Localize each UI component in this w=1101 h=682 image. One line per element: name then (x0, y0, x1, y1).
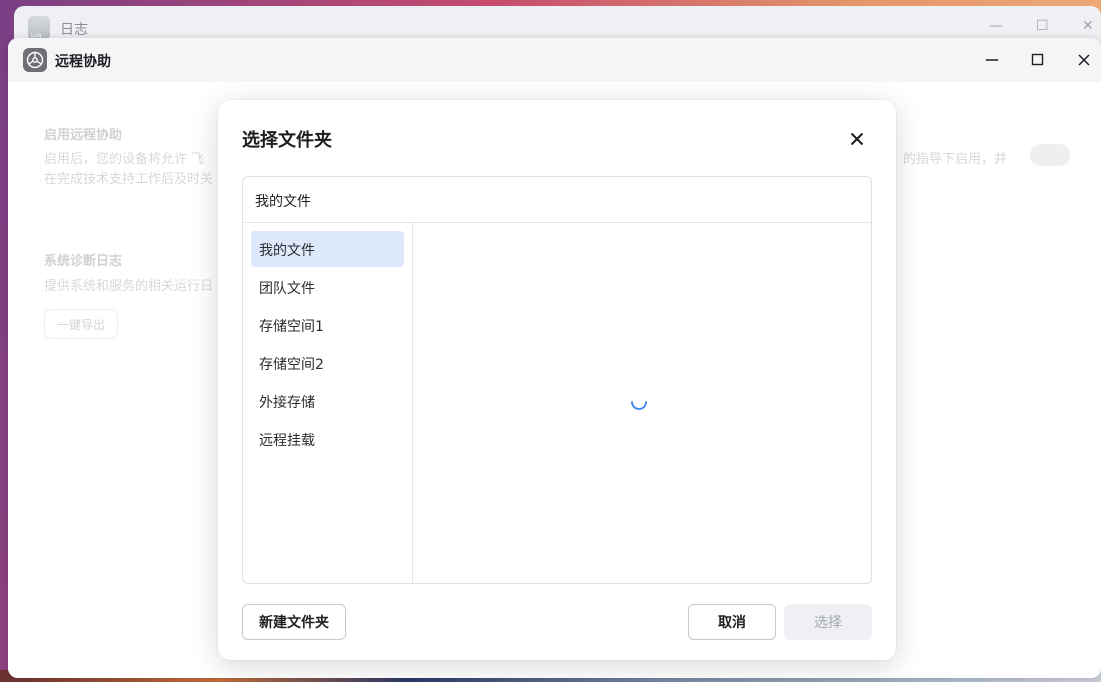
window-title: 远程协助 (55, 54, 111, 70)
sidebar-item-storage-2[interactable]: 存储空间2 (251, 345, 404, 381)
remote-assist-heading: 启用远程协助 (44, 128, 123, 143)
log-window-title: 日志 (60, 22, 88, 38)
titlebar: 远程协助 (8, 38, 1101, 82)
maximize-icon[interactable] (1028, 50, 1048, 70)
sidebar-item-remote-mount[interactable]: 远程挂载 (251, 421, 404, 457)
new-folder-button[interactable]: 新建文件夹 (242, 604, 346, 640)
remote-assist-description-2: 在完成技术支持工作后及时关 (44, 172, 214, 187)
select-folder-dialog: 选择文件夹 我的文件 我的文件 团队文件 存储空间1 存储空间2 外接存储 远程… (218, 100, 896, 660)
log-minimize-icon[interactable]: — (989, 19, 1003, 33)
remote-assist-description: 启用后，您的设备将允许 飞 (44, 152, 205, 167)
close-icon[interactable] (1074, 50, 1094, 70)
log-maximize-icon[interactable]: ☐ (1036, 19, 1049, 33)
sidebar-item-my-files[interactable]: 我的文件 (251, 231, 404, 267)
dialog-close-icon[interactable] (846, 128, 868, 150)
minimize-icon[interactable] (982, 50, 1002, 70)
diagnostic-log-heading: 系统诊断日志 (44, 254, 123, 269)
log-close-icon[interactable]: ✕ (1082, 19, 1094, 33)
export-button[interactable]: 一键导出 (44, 309, 118, 339)
loading-spinner-icon (631, 401, 647, 410)
select-button[interactable]: 选择 (784, 604, 872, 640)
location-sidebar: 我的文件 团队文件 存储空间1 存储空间2 外接存储 远程挂载 (243, 223, 413, 583)
log-app-icon: Log (28, 16, 50, 40)
folder-browser: 我的文件 我的文件 团队文件 存储空间1 存储空间2 外接存储 远程挂载 (242, 176, 872, 584)
sidebar-item-team-files[interactable]: 团队文件 (251, 269, 404, 305)
path-breadcrumb: 我的文件 (243, 177, 871, 223)
diagnostic-log-description: 提供系统和服务的相关运行日 (44, 279, 214, 294)
cancel-button[interactable]: 取消 (688, 604, 776, 640)
sidebar-item-external-storage[interactable]: 外接存储 (251, 383, 404, 419)
remote-assist-description-right: 的指导下启用，并 (903, 152, 1008, 167)
remote-assist-toggle[interactable] (1030, 144, 1070, 166)
sidebar-item-storage-1[interactable]: 存储空间1 (251, 307, 404, 343)
dialog-title: 选择文件夹 (242, 130, 332, 151)
remote-assist-app-icon (23, 48, 47, 72)
folder-content-pane[interactable] (413, 223, 871, 583)
